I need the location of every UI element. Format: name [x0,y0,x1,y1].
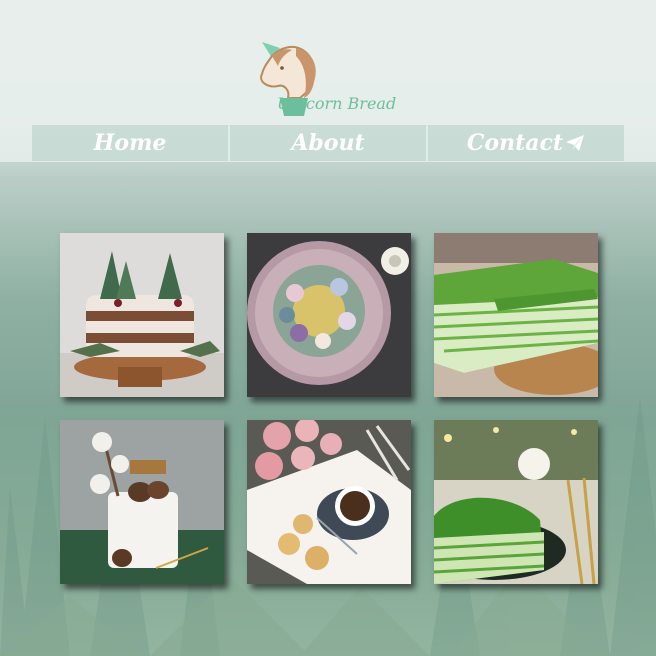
nav-contact-label: Contact [466,130,564,156]
site-header: Unicorn Bread Home About Contact [0,0,656,162]
matcha-crepe-slice-photo [434,420,598,584]
nav-home-label: Home [93,130,167,156]
brand-name: Unicorn Bread [277,94,397,113]
cake-gallery [60,233,600,585]
gallery-item-flower-wreath-cake[interactable] [247,233,411,397]
matcha-crepe-cake-photo [434,233,598,397]
nav-home-link[interactable]: Home [32,125,230,161]
main-nav: Home About Contact [32,125,624,161]
gallery-item-matcha-crepe-slice[interactable] [434,420,598,584]
nav-contact-link[interactable]: Contact [428,125,624,161]
gallery-item-matcha-crepe-cake[interactable] [434,233,598,397]
paper-plane-icon [566,135,585,151]
gallery-item-naked-cake[interactable] [60,233,224,397]
gallery-item-coffee-cookies[interactable] [247,420,411,584]
nav-about-label: About [291,130,365,156]
cotton-pinecone-cake-photo [60,420,224,584]
coffee-cookies-photo [247,420,411,584]
gallery-item-cotton-pinecone-cake[interactable] [60,420,224,584]
flower-wreath-cake-photo [247,233,411,397]
nav-about-link[interactable]: About [230,125,428,161]
naked-cake-photo [60,233,224,397]
